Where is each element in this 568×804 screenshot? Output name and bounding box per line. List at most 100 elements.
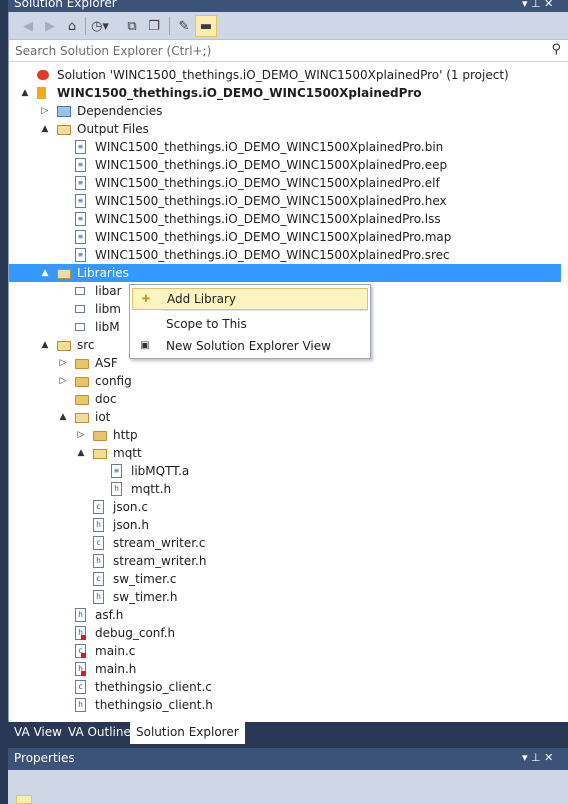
tree-node[interactable]: ≡ WINC1500_thethings.iO_DEMO_WINC1500Xpla…: [9, 192, 561, 210]
tree-node[interactable]: h thethingsio_client.h: [9, 696, 561, 714]
tree-node[interactable]: ▷ http: [9, 426, 561, 444]
tree-node[interactable]: ≡ WINC1500_thethings.iO_DEMO_WINC1500Xpla…: [9, 156, 561, 174]
tree-node[interactable]: ▲ iot: [9, 408, 561, 426]
tree-node-label: stream_writer.h: [113, 554, 207, 568]
forward-icon[interactable]: ▶: [39, 15, 61, 37]
file-icon: ≡: [75, 194, 86, 208]
tree-node-label: json.h: [113, 518, 149, 532]
tree-node-label: main.c: [95, 644, 136, 658]
expanded-arrow-icon[interactable]: ▲: [75, 444, 87, 462]
tree-node[interactable]: h stream_writer.h: [9, 552, 561, 570]
tree-node-label: thethingsio_client.h: [95, 698, 213, 712]
back-icon[interactable]: ◀: [17, 15, 39, 37]
tree-node[interactable]: ▲ WINC1500_thethings.iO_DEMO_WINC1500Xpla…: [9, 84, 561, 102]
history-icon[interactable]: ◷▾: [89, 15, 111, 37]
tree-node[interactable]: ≡ WINC1500_thethings.iO_DEMO_WINC1500Xpla…: [9, 246, 561, 264]
menu-item-scope-to-this[interactable]: Scope to This: [132, 313, 368, 335]
tree-node-label: mqtt.h: [131, 482, 172, 496]
alphabetical-icon[interactable]: [40, 797, 50, 804]
tree-node[interactable]: ≡ WINC1500_thethings.iO_DEMO_WINC1500Xpla…: [9, 174, 561, 192]
h-file-icon: h: [93, 554, 104, 568]
expanded-arrow-icon[interactable]: ▲: [39, 264, 51, 282]
toolbar: ◀ ▶ ⌂ ◷▾ ⧉ ❐ ✎ ▬: [9, 12, 568, 40]
window-title: Solution Explorer: [14, 0, 117, 10]
tree-node[interactable]: doc: [9, 390, 561, 408]
expanded-arrow-icon[interactable]: ▲: [19, 84, 31, 102]
tree-node-label: WINC1500_thethings.iO_DEMO_WINC1500Xplai…: [95, 176, 440, 190]
tree-node[interactable]: ▲ mqtt: [9, 444, 561, 462]
menu-item-new-view[interactable]: ▣ New Solution Explorer View: [132, 335, 368, 357]
tree-node[interactable]: ≡ WINC1500_thethings.iO_DEMO_WINC1500Xpla…: [9, 210, 561, 228]
tab-va-view[interactable]: VA View: [8, 722, 68, 742]
toolbar-separator: [169, 17, 170, 35]
solution-explorer-panel: ◀▶⌂ ◷▾ ⧉❐ ✎▬ ⚲ Solution 'WINC1500_thethings…: [8, 12, 568, 722]
reference-icon: [75, 305, 85, 313]
tree-node-label: http: [113, 428, 138, 442]
tree-node[interactable]: h main.h: [9, 660, 561, 678]
tree-node-label: config: [95, 374, 132, 388]
tree-node[interactable]: ▷ config: [9, 372, 561, 390]
h-file-icon: h: [75, 662, 86, 676]
properties-wrench-icon[interactable]: ✎: [173, 15, 195, 37]
tree-node[interactable]: h json.h: [9, 516, 561, 534]
tab-solution-explorer[interactable]: Solution Explorer: [130, 722, 245, 744]
tree-node-label: asf.h: [95, 608, 124, 622]
tree-node[interactable]: ≡ WINC1500_thethings.iO_DEMO_WINC1500Xpla…: [9, 138, 561, 156]
tree-node[interactable]: c sw_timer.c: [9, 570, 561, 588]
project-icon: [37, 87, 46, 99]
tree-node-label: WINC1500_thethings.iO_DEMO_WINC1500Xplai…: [95, 140, 444, 154]
file-icon: ≡: [75, 176, 86, 190]
properties-title: Properties: [14, 751, 75, 765]
search-input[interactable]: [15, 43, 535, 59]
window-controls[interactable]: ▾ ⊥ ✕: [522, 0, 553, 10]
tree-node[interactable]: ▲ Output Files: [9, 120, 561, 138]
tree-node[interactable]: h mqtt.h: [9, 480, 561, 498]
tree-node[interactable]: ▷ Dependencies: [9, 102, 561, 120]
tree-node-label: stream_writer.c: [113, 536, 206, 550]
new-view-icon: ▣: [140, 340, 150, 351]
folder-icon: [75, 359, 89, 369]
bottom-tabs: VA View VA Outline Solution Explorer: [8, 722, 568, 744]
collapsed-arrow-icon[interactable]: ▷: [57, 354, 69, 372]
menu-separator: [162, 310, 368, 311]
search-icon[interactable]: ⚲: [551, 42, 561, 57]
tree-node[interactable]: ▲ Libraries: [9, 264, 561, 282]
categorized-icon[interactable]: [16, 795, 32, 804]
collapsed-arrow-icon[interactable]: ▷: [39, 102, 51, 120]
tree-node[interactable]: h debug_conf.h: [9, 624, 561, 642]
menu-item-label: New Solution Explorer View: [166, 339, 331, 353]
tree-node[interactable]: ≡ libMQTT.a: [9, 462, 561, 480]
collapsed-arrow-icon[interactable]: ▷: [57, 372, 69, 390]
expanded-arrow-icon[interactable]: ▲: [39, 120, 51, 138]
tree-node-label: thethingsio_client.c: [95, 680, 212, 694]
tree-node[interactable]: c thethingsio_client.c: [9, 678, 561, 696]
folder-open-icon: [93, 449, 107, 459]
tree-node[interactable]: c main.c: [9, 642, 561, 660]
solution-tree: Solution 'WINC1500_thethings.iO_DEMO_WIN…: [9, 66, 568, 722]
tree-node[interactable]: c stream_writer.c: [9, 534, 561, 552]
collapsed-arrow-icon[interactable]: ▷: [75, 426, 87, 444]
preview-icon[interactable]: ▬: [195, 15, 217, 37]
h-file-icon: h: [111, 482, 122, 496]
home-icon[interactable]: ⌂: [61, 15, 83, 37]
show-all-files-icon[interactable]: ❐: [143, 15, 165, 37]
reference-icon: [75, 287, 85, 295]
tab-va-outline[interactable]: VA Outline: [62, 722, 137, 742]
tree-node-label: main.h: [95, 662, 137, 676]
properties-panel: [8, 770, 568, 804]
tree-node-label: iot: [95, 410, 111, 424]
tree-node-label: debug_conf.h: [95, 626, 176, 640]
tree-node[interactable]: h asf.h: [9, 606, 561, 624]
expanded-arrow-icon[interactable]: ▲: [57, 408, 69, 426]
tree-node[interactable]: ≡ WINC1500_thethings.iO_DEMO_WINC1500Xpla…: [9, 228, 561, 246]
properties-controls[interactable]: ▾ ⊥ ✕: [522, 751, 553, 764]
tree-node-label: WINC1500_thethings.iO_DEMO_WINC1500Xplai…: [95, 158, 448, 172]
tree-node[interactable]: h sw_timer.h: [9, 588, 561, 606]
tree-node[interactable]: Solution 'WINC1500_thethings.iO_DEMO_WIN…: [9, 66, 561, 84]
tree-node[interactable]: c json.c: [9, 498, 561, 516]
expanded-arrow-icon[interactable]: ▲: [39, 336, 51, 354]
collapse-all-icon[interactable]: ⧉: [121, 15, 143, 37]
folder-icon: [75, 395, 89, 405]
menu-item-add-library[interactable]: ✚ Add Library: [132, 288, 368, 310]
tree-node-label: ASF: [95, 356, 118, 370]
